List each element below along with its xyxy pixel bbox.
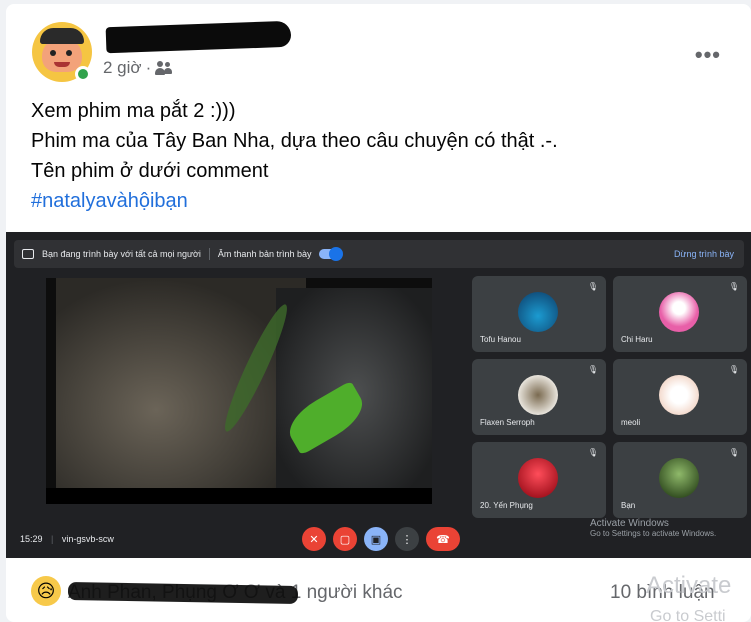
friends-audience-icon[interactable]: [155, 61, 173, 75]
participant-avatar: [518, 292, 558, 332]
author-name-redacted[interactable]: [105, 20, 292, 54]
present-screen-icon: [22, 249, 34, 259]
mic-off-button[interactable]: ✕: [302, 527, 326, 551]
hashtag-link[interactable]: #natalyavàhộibạn: [31, 186, 558, 216]
participant-tile[interactable]: 🎙 Chi Haru: [613, 276, 747, 352]
audio-label: Âm thanh bản trình bày: [217, 249, 312, 259]
post-text: Xem phim ma pắt 2 :))) Phim ma của Tây B…: [31, 96, 558, 216]
audio-toggle[interactable]: [319, 247, 344, 261]
present-button[interactable]: ▣: [364, 527, 388, 551]
more-options-button[interactable]: •••: [695, 42, 721, 68]
camera-off-button[interactable]: ▢: [333, 527, 357, 551]
post-footer: 😥 Anh Phan, Phụng Ơ Ơ và 1 người khác 10…: [6, 572, 751, 622]
stop-presenting-button[interactable]: Dừng trình bày: [674, 249, 734, 259]
participant-tile[interactable]: 🎙 Bạn: [613, 442, 747, 518]
participant-name: Flaxen Serroph: [480, 418, 535, 427]
time-separator: |: [51, 534, 54, 544]
participant-name: Tofu Hanou: [480, 335, 521, 344]
participant-name: 20. Yến Phụng: [480, 501, 533, 510]
meeting-code: vin-gsvb-scw: [61, 534, 114, 544]
more-options-icon[interactable]: ⋮: [395, 527, 419, 551]
participant-tile[interactable]: 🎙 Tofu Hanou: [472, 276, 606, 352]
post-line: Xem phim ma pắt 2 :))): [31, 100, 236, 122]
meta-separator: ·: [145, 58, 152, 77]
activate-sub: Go to Settings to activate Windows.: [590, 529, 717, 538]
end-call-button[interactable]: ☎: [426, 527, 460, 551]
presenting-text: Bạn đang trình bày với tất cả mọi người: [42, 249, 201, 259]
mic-off-icon: 🎙: [728, 448, 739, 457]
post-card: 2 giờ · ••• Xem phim ma pắt 2 :))) Phim …: [6, 4, 751, 622]
presenting-banner: Bạn đang trình bày với tất cả mọi người …: [14, 240, 744, 268]
participant-name: meoli: [621, 418, 641, 427]
post-time[interactable]: 2 giờ: [103, 58, 142, 78]
mic-off-icon: 🎙: [587, 365, 598, 374]
activate-watermark: Activate: [646, 572, 732, 599]
sad-face-icon[interactable]: 😥: [31, 576, 61, 606]
participant-tile[interactable]: 🎙 20. Yến Phụng: [472, 442, 606, 518]
post-line: Phim ma của Tây Ban Nha, dựa theo câu ch…: [31, 130, 558, 152]
online-status-dot: [75, 66, 91, 82]
activate-watermark-sub: Go to Setti: [650, 608, 726, 622]
participant-name: Chi Haru: [621, 335, 653, 344]
mic-off-icon: 🎙: [587, 282, 598, 291]
post-meta: 2 giờ ·: [103, 58, 173, 78]
shared-video: [46, 278, 432, 504]
activate-title: Activate Windows: [590, 518, 669, 529]
participant-tile[interactable]: 🎙 Flaxen Serroph: [472, 359, 606, 435]
divider: [208, 248, 210, 260]
participant-avatar: [659, 292, 699, 332]
post-line: Tên phim ở dưới comment: [31, 160, 269, 182]
meeting-time: 15:29 | vin-gsvb-scw: [20, 534, 114, 544]
mic-off-icon: 🎙: [728, 282, 739, 291]
participant-avatar: [518, 375, 558, 415]
mic-off-icon: 🎙: [728, 365, 739, 374]
participant-avatar: [659, 375, 699, 415]
participant-tile[interactable]: 🎙 meoli: [613, 359, 747, 435]
participant-name: Bạn: [621, 501, 636, 510]
post-image-meet-screenshot[interactable]: Bạn đang trình bày với tất cả mọi người …: [6, 232, 751, 558]
participant-avatar: [659, 458, 699, 498]
mic-off-icon: 🎙: [587, 448, 598, 457]
time-text: 15:29: [20, 534, 43, 544]
activate-windows-notice: Activate Windows Go to Settings to activ…: [590, 518, 716, 538]
participant-avatar: [518, 458, 558, 498]
